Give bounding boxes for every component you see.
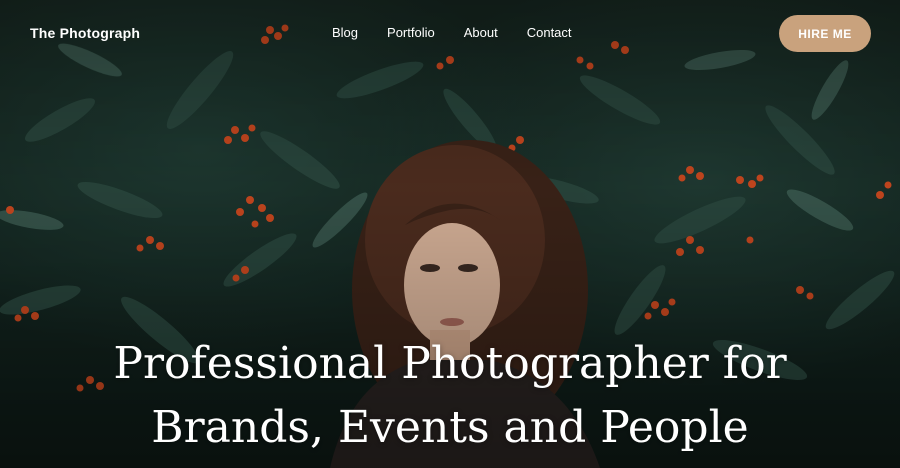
site-logo-text[interactable]: The Photograph <box>30 25 140 41</box>
top-navigation-bar: The Photograph Blog Portfolio About Cont… <box>0 0 900 66</box>
main-nav: Blog Portfolio About Contact <box>332 25 601 40</box>
hero-headline: Professional Photographer for Brands, Ev… <box>0 332 900 460</box>
nav-link-portfolio[interactable]: Portfolio <box>387 25 435 40</box>
nav-link-contact[interactable]: Contact <box>527 25 572 40</box>
nav-link-about[interactable]: About <box>464 25 498 40</box>
hire-me-button[interactable]: HIRE ME <box>779 15 871 52</box>
hero-headline-line-1: Professional Photographer for <box>113 338 787 389</box>
hero-headline-line-2: Brands, Events and People <box>151 402 749 453</box>
nav-link-blog[interactable]: Blog <box>332 25 358 40</box>
